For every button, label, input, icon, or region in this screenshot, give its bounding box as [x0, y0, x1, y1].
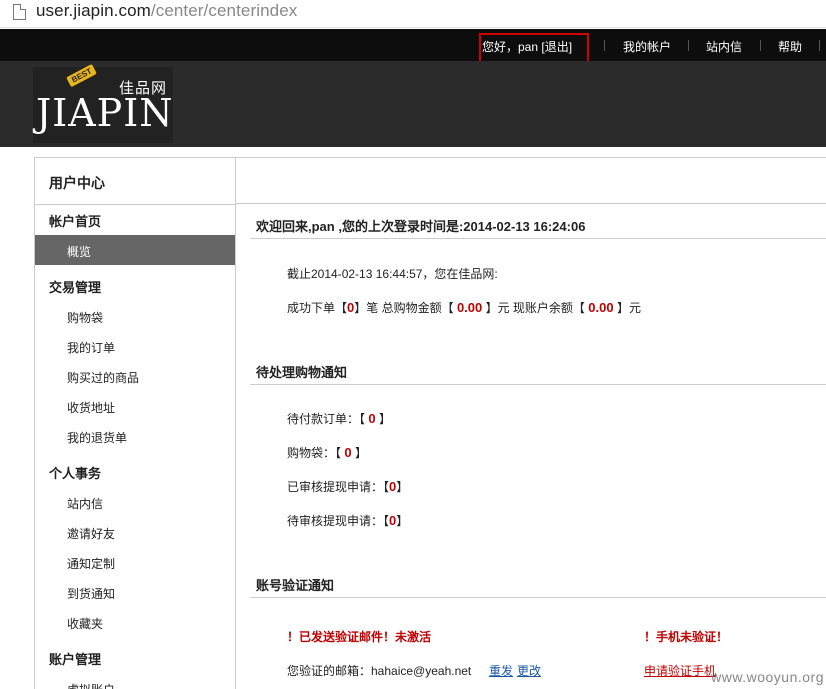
divider	[250, 597, 826, 598]
sidebar-item-cart[interactable]: 购物袋	[67, 309, 103, 326]
sidebar-item-arrival-notice[interactable]: 到货通知	[67, 585, 115, 602]
pending-review-withdraw: 待审核提现申请：【0】	[287, 513, 409, 528]
email-not-activated-warning: ！已发送验证邮件！未激活	[287, 630, 432, 644]
logo-en-text: JIAPIN	[36, 91, 174, 135]
sidebar-item-address[interactable]: 收货地址	[67, 399, 115, 416]
summary-as-of: 截止2014-02-13 16:44:57，您在佳品网:	[287, 267, 498, 281]
divider	[250, 238, 826, 239]
sidebar-item-orders[interactable]: 我的订单	[67, 339, 115, 356]
divider	[250, 384, 826, 385]
sidebar-group-account: 账户管理	[49, 652, 102, 667]
sidebar: 用户中心 帐户首页 概览 交易管理 购物袋 我的订单 购买过的商品 收货地址 我…	[34, 157, 236, 689]
welcome-text: 欢迎回来,pan ,您的上次登录时间是:2014-02-13 16:24:06	[256, 219, 586, 234]
sidebar-item-purchased[interactable]: 购买过的商品	[67, 369, 139, 386]
divider	[760, 40, 761, 51]
site-header: BEST 佳品网 JIAPIN	[0, 61, 826, 147]
change-email-link[interactable]: 更改	[517, 662, 541, 679]
top-nav-bar: 您好，pan [退出] 我的帐户 站内信 帮助	[0, 29, 826, 61]
help-link[interactable]: 帮助	[778, 38, 802, 55]
page-icon	[13, 4, 26, 20]
divider	[604, 40, 605, 51]
resend-link[interactable]: 重发	[489, 662, 513, 679]
sidebar-item-inbox[interactable]: 站内信	[67, 495, 103, 512]
total-amount: 0.00	[456, 300, 483, 315]
divider	[819, 40, 820, 51]
divider	[35, 204, 235, 205]
verify-title: 账号验证通知	[256, 578, 335, 593]
sidebar-group-personal: 个人事务	[49, 466, 102, 481]
main-header-area	[236, 158, 826, 204]
sidebar-title: 用户中心	[49, 175, 105, 191]
messages-link[interactable]: 站内信	[706, 38, 742, 55]
sidebar-item-overview[interactable]: 概览	[35, 235, 235, 265]
address-bar[interactable]: user.jiapin.com/center/centerindex	[0, 0, 826, 28]
phone-not-verified-warning: ！手机未验证！	[644, 630, 729, 644]
sidebar-item-invite[interactable]: 邀请好友	[67, 525, 115, 542]
pending-unpaid-orders: 待付款订单：【 0 】	[287, 411, 391, 426]
apply-phone-verify-link[interactable]: 申请验证手机	[644, 662, 716, 679]
sidebar-item-returns[interactable]: 我的退货单	[67, 429, 127, 446]
url-text[interactable]: user.jiapin.com/center/centerindex	[36, 1, 297, 21]
my-account-link[interactable]: 我的帐户	[623, 38, 671, 55]
account-balance: 0.00	[588, 300, 614, 315]
watermark: www.wooyun.org	[711, 669, 824, 685]
sidebar-group-trade: 交易管理	[49, 280, 102, 295]
pending-approved-withdraw: 已审核提现申请：【0】	[287, 479, 409, 494]
sidebar-item-virtual-account[interactable]: 虚拟账户	[67, 681, 115, 689]
pending-cart: 购物袋：【 0 】	[287, 445, 367, 460]
pending-title: 待处理购物通知	[256, 365, 348, 380]
divider	[688, 40, 689, 51]
email-label: 您验证的邮箱：hahaice@yeah.net	[287, 664, 472, 678]
sidebar-item-notify-settings[interactable]: 通知定制	[67, 555, 115, 572]
sidebar-group-home[interactable]: 帐户首页	[49, 211, 101, 230]
sidebar-item-favorites[interactable]: 收藏夹	[67, 615, 103, 632]
summary-line: 成功下单【0】笔 总购物金额【 0.00 】元 现账户余额【 0.00 】元	[287, 300, 641, 315]
best-badge: BEST	[66, 63, 98, 88]
site-logo[interactable]: BEST 佳品网 JIAPIN	[33, 63, 174, 143]
